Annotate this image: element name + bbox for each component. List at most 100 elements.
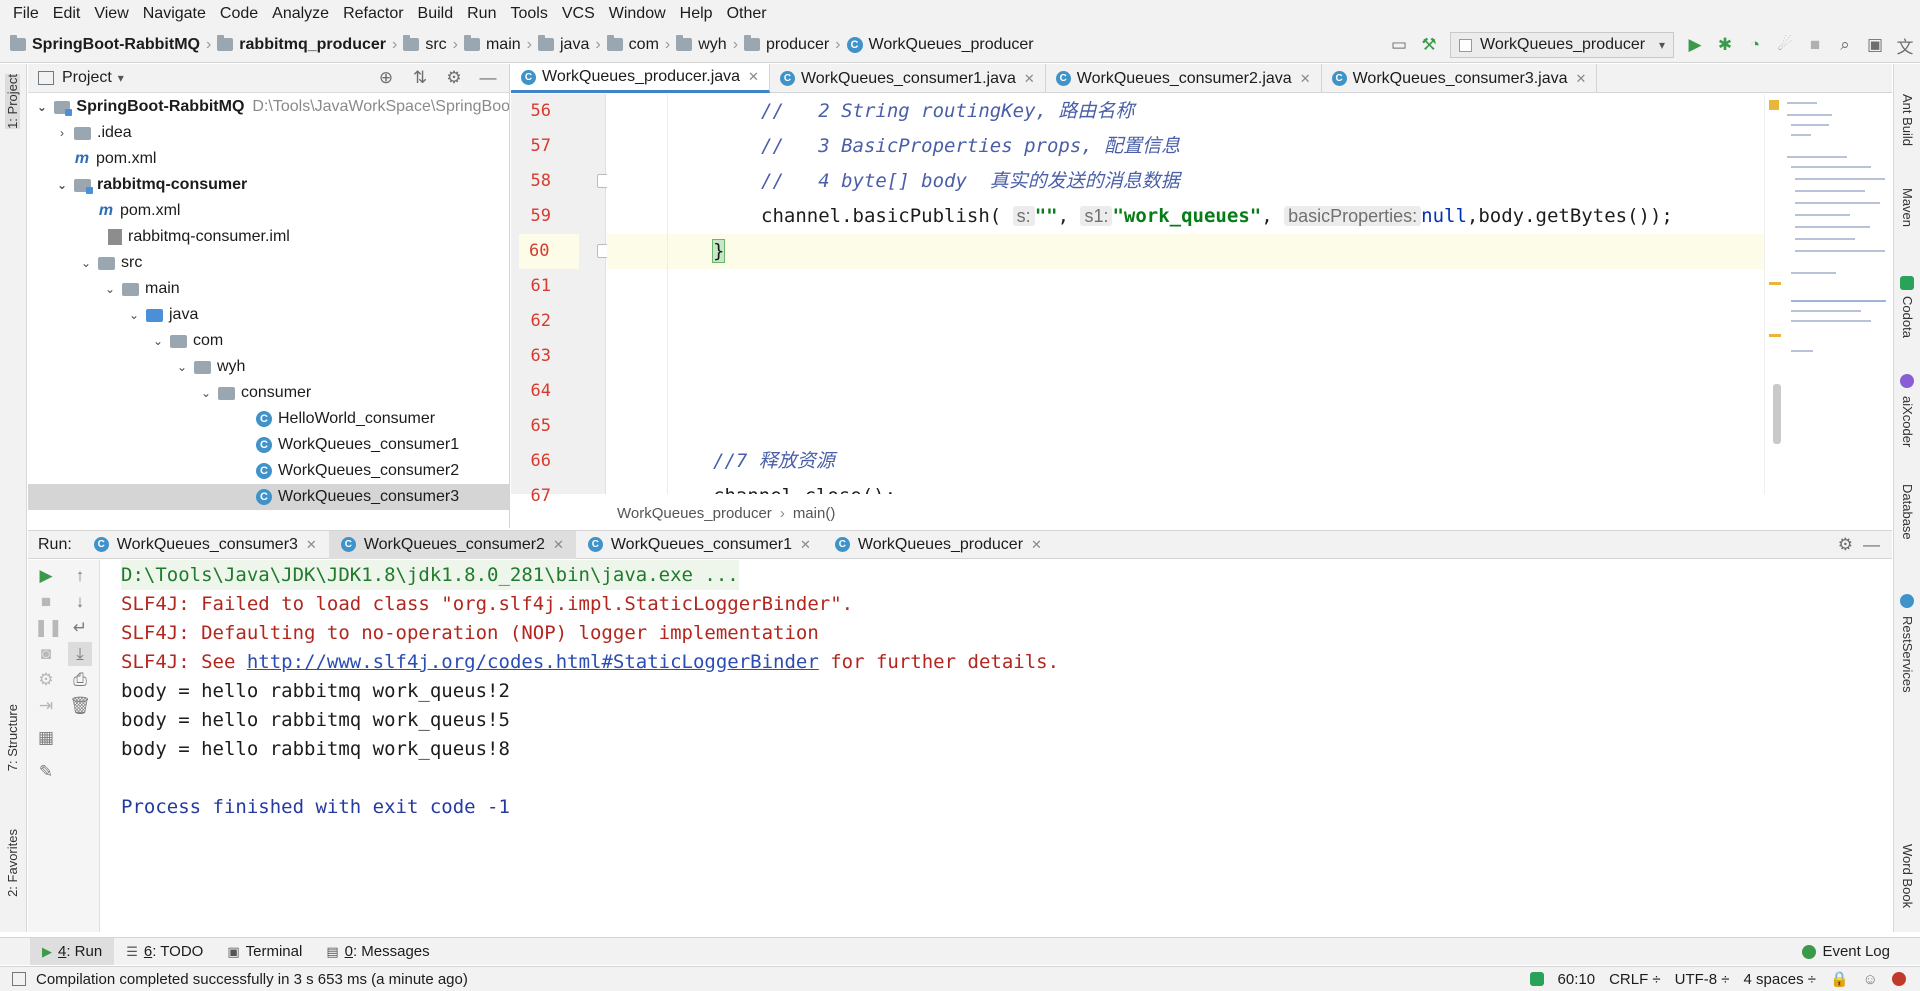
tool-window-maven[interactable]: Maven <box>1900 188 1915 227</box>
tree-item-workqueues-consumer1[interactable]: C WorkQueues_consumer1 <box>28 432 509 458</box>
warning-marker[interactable] <box>1769 100 1779 110</box>
breadcrumb-class-name[interactable]: WorkQueues_producer <box>617 505 772 522</box>
pause-icon[interactable]: ❚❚ <box>34 616 63 640</box>
tool-window-aixcoder[interactable]: aiXcoder <box>1900 396 1915 447</box>
collapse-all-icon[interactable]: ⇅ <box>405 64 435 93</box>
breadcrumb-src[interactable]: src <box>403 27 447 63</box>
error-indicator-icon[interactable] <box>1892 972 1906 986</box>
layout-icon[interactable]: ▦ <box>34 726 58 750</box>
menu-analyze[interactable]: Analyze <box>265 0 336 27</box>
gear-icon[interactable]: ⚙ <box>1838 535 1853 555</box>
close-icon[interactable]: ✕ <box>748 69 759 85</box>
status-message[interactable]: Compilation completed successfully in 3 … <box>36 971 468 988</box>
chevron-down-icon[interactable]: ⌄ <box>126 308 142 322</box>
menu-refactor[interactable]: Refactor <box>336 0 410 27</box>
minimize-icon[interactable]: — <box>473 64 503 93</box>
menu-edit[interactable]: Edit <box>46 0 88 27</box>
tree-item-workqueues-consumer3[interactable]: C WorkQueues_consumer3 <box>28 484 509 510</box>
stop-icon[interactable]: ■ <box>1800 30 1830 60</box>
tree-item-src[interactable]: ⌄ src <box>28 250 509 276</box>
menu-build[interactable]: Build <box>411 0 461 27</box>
editor-tab-consumer1[interactable]: C WorkQueues_consumer1.java ✕ <box>770 64 1046 93</box>
trash-icon[interactable]: 🗑 <box>68 694 92 718</box>
run-tab-consumer3[interactable]: C WorkQueues_consumer3 ✕ <box>82 531 329 559</box>
tree-item-java[interactable]: ⌄ java <box>28 302 509 328</box>
breadcrumb-java[interactable]: java <box>537 27 589 63</box>
caret-position[interactable]: 60:10 <box>1558 971 1596 988</box>
close-icon[interactable]: ✕ <box>1024 71 1035 87</box>
tool-tab-terminal[interactable]: ▣ Terminal <box>215 938 314 965</box>
tree-item-iml[interactable]: rabbitmq-consumer.iml <box>28 224 509 250</box>
scroll-to-end-icon[interactable]: ⤓ <box>68 642 92 666</box>
run-tab-consumer2[interactable]: C WorkQueues_consumer2 ✕ <box>328 530 576 559</box>
breadcrumb-module[interactable]: rabbitmq_producer <box>217 27 386 63</box>
menu-code[interactable]: Code <box>213 0 265 27</box>
tool-window-structure[interactable]: 7: Structure <box>5 704 20 771</box>
close-icon[interactable]: ✕ <box>1300 71 1311 87</box>
tree-item-idea[interactable]: › .idea <box>28 120 509 146</box>
chevron-down-icon[interactable]: ⌄ <box>54 178 70 192</box>
menu-vcs[interactable]: VCS <box>555 0 602 27</box>
editor-tab-consumer3[interactable]: C WorkQueues_consumer3.java ✕ <box>1322 64 1598 93</box>
project-panel-title[interactable]: Project <box>62 69 112 87</box>
tool-window-database[interactable]: Database <box>1900 484 1915 540</box>
breadcrumb-method-name[interactable]: main() <box>793 505 836 522</box>
tree-item-consumer[interactable]: ⌄ consumer <box>28 380 509 406</box>
chevron-down-icon[interactable]: ⌄ <box>34 100 50 114</box>
lock-icon[interactable]: 🔒 <box>1830 970 1849 988</box>
menu-run[interactable]: Run <box>460 0 503 27</box>
tree-item-pom-root[interactable]: m pom.xml <box>28 146 509 172</box>
run-configuration-select[interactable]: WorkQueues_producer ▾ <box>1450 32 1674 58</box>
close-icon[interactable]: ✕ <box>800 537 811 553</box>
rerun-icon[interactable]: ▶ <box>34 564 58 588</box>
close-icon[interactable]: ✕ <box>1031 537 1042 553</box>
menu-help[interactable]: Help <box>673 0 720 27</box>
menu-window[interactable]: Window <box>602 0 673 27</box>
run-icon[interactable]: ▶ <box>1680 30 1710 60</box>
menu-tools[interactable]: Tools <box>503 0 554 27</box>
event-log-button[interactable]: Event Log <box>1802 943 1890 960</box>
minimize-icon[interactable]: — <box>1863 535 1880 555</box>
tool-window-codota[interactable]: Codota <box>1900 296 1915 338</box>
console-output[interactable]: D:\Tools\Java\JDK\JDK1.8\jdk1.8.0_281\bi… <box>101 560 1892 932</box>
arrow-up-icon[interactable]: ↑ <box>68 564 92 588</box>
tool-tab-run[interactable]: ▶ 4: Run <box>30 938 115 965</box>
camera-icon[interactable]: ◙ <box>34 642 58 666</box>
arrow-down-icon[interactable]: ↓ <box>68 590 92 614</box>
close-icon[interactable]: ✕ <box>1576 71 1587 87</box>
run-tab-consumer1[interactable]: C WorkQueues_consumer1 ✕ <box>576 531 823 559</box>
editor-tab-consumer2[interactable]: C WorkQueues_consumer2.java ✕ <box>1046 64 1322 93</box>
breadcrumb-com[interactable]: com <box>606 27 659 63</box>
chevron-down-icon[interactable]: ⌄ <box>150 334 166 348</box>
chevron-down-icon[interactable]: ⌄ <box>198 386 214 400</box>
tool-window-ant[interactable]: Ant Build <box>1900 94 1915 146</box>
exit-icon[interactable]: ⇥ <box>34 694 58 718</box>
settings-debug-icon[interactable]: ⚙ <box>34 668 58 692</box>
close-icon[interactable]: ✕ <box>306 537 317 553</box>
file-encoding[interactable]: UTF-8 ÷ <box>1675 971 1730 988</box>
breadcrumb-project[interactable]: SpringBoot-RabbitMQ <box>10 27 200 63</box>
tool-tab-todo[interactable]: ☰ 6: TODO <box>114 938 215 965</box>
close-icon[interactable]: ✕ <box>553 537 564 553</box>
menu-navigate[interactable]: Navigate <box>136 0 213 27</box>
indent-setting[interactable]: 4 spaces ÷ <box>1744 971 1816 988</box>
locate-icon[interactable]: ⊕ <box>371 64 401 93</box>
print-icon[interactable]: ⎙ <box>68 668 92 692</box>
breadcrumb-class[interactable]: C WorkQueues_producer <box>846 27 1034 63</box>
tree-item-workqueues-consumer2[interactable]: C WorkQueues_consumer2 <box>28 458 509 484</box>
tree-item-wyh[interactable]: ⌄ wyh <box>28 354 509 380</box>
search-icon[interactable]: ⌕ <box>1830 30 1860 60</box>
breadcrumb-main[interactable]: main <box>463 27 521 63</box>
translate-icon[interactable]: 文 <box>1890 30 1920 60</box>
menu-other[interactable]: Other <box>720 0 774 27</box>
tool-window-rest-services[interactable]: RestServices <box>1900 616 1915 693</box>
line-separator[interactable]: CRLF ÷ <box>1609 971 1661 988</box>
stop-icon[interactable]: ■ <box>34 590 58 614</box>
breadcrumb-producer[interactable]: producer <box>744 27 829 63</box>
window-layout-icon[interactable]: ▭ <box>1384 30 1414 60</box>
code-minimap[interactable] <box>1764 94 1892 494</box>
scrollbar-thumb[interactable] <box>1773 384 1781 444</box>
tool-windows-toggle-icon[interactable] <box>12 972 26 986</box>
chevron-down-icon[interactable]: ⌄ <box>102 282 118 296</box>
coverage-icon[interactable]: ◔ <box>1740 30 1770 60</box>
